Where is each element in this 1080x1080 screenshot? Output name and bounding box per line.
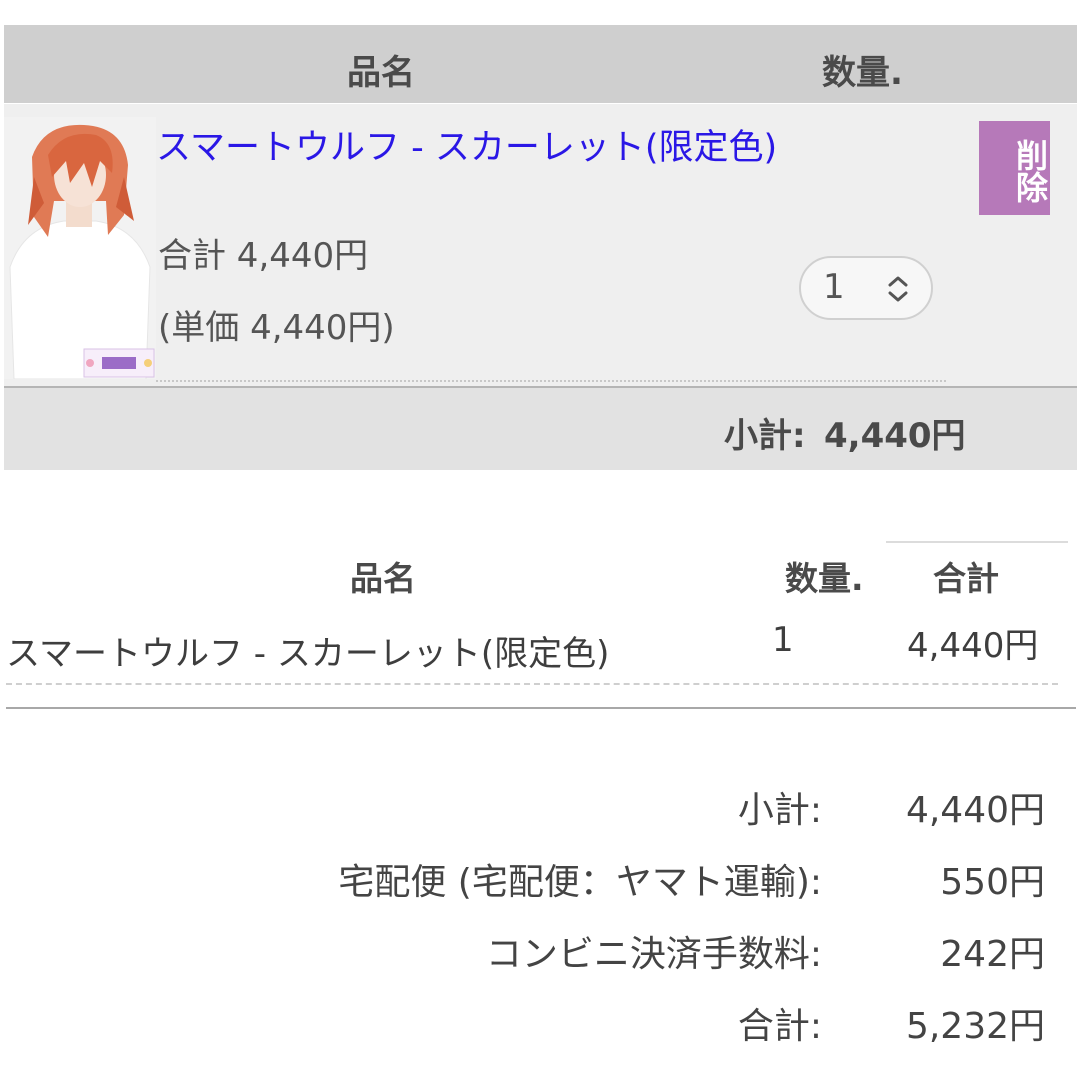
totals-label: 宅配便 (宅配便：ヤマト運輸): bbox=[338, 862, 822, 903]
header-name: 品名 bbox=[347, 53, 415, 93]
totals-label: 合計: bbox=[737, 1006, 822, 1047]
totals-row-fee: コンビニ決済手数料: 242円 bbox=[0, 919, 1080, 991]
summary-item-name: スマートウルフ - スカーレット(限定色) bbox=[6, 634, 610, 674]
unit-price: (単価 4,440円) bbox=[158, 308, 395, 348]
cart-table: 品名 数量. スマートウルフ - スカーレット(限定色) 合計 4,440円 (… bbox=[4, 25, 1077, 470]
header-quantity: 数量. bbox=[822, 53, 903, 93]
divider bbox=[6, 707, 1076, 709]
product-title-link[interactable]: スマートウルフ - スカーレット(限定色) bbox=[156, 122, 786, 175]
totals-row-grand-total: 合計: 5,232円 bbox=[0, 991, 1080, 1063]
row-divider bbox=[156, 380, 946, 382]
summary-item-amount: 4,440円 bbox=[907, 626, 1039, 666]
summary-header-total: 合計 bbox=[933, 559, 999, 598]
order-summary-table: 品名 数量. 合計 スマートウルフ - スカーレット(限定色) 1 4,440円 bbox=[0, 540, 1080, 720]
summary-item-quantity: 1 bbox=[772, 620, 794, 660]
totals-value: 550円 bbox=[940, 862, 1045, 903]
subtotal-label: 小計: bbox=[724, 416, 806, 456]
totals-value: 4,440円 bbox=[905, 790, 1045, 831]
wig-product-photo-icon[interactable] bbox=[4, 117, 156, 379]
totals-label: コンビニ決済手数料: bbox=[485, 934, 822, 975]
cart-item-row: スマートウルフ - スカーレット(限定色) 合計 4,440円 (単価 4,44… bbox=[4, 103, 1077, 386]
divider bbox=[6, 683, 1058, 685]
line-total: 合計 4,440円 bbox=[158, 236, 369, 276]
subtotal-value: 4,440円 bbox=[824, 416, 966, 456]
subtotal-bar: 小計: 4,440円 bbox=[4, 386, 1077, 470]
summary-header-quantity: 数量. bbox=[785, 559, 864, 598]
quantity-select[interactable]: 1 bbox=[799, 256, 933, 320]
totals-label: 小計: bbox=[737, 790, 822, 831]
totals-list: 小計: 4,440円 宅配便 (宅配便：ヤマト運輸): 550円 コンビニ決済手… bbox=[0, 775, 1080, 1063]
totals-row-subtotal: 小計: 4,440円 bbox=[0, 775, 1080, 847]
delete-button[interactable]: 削除 bbox=[979, 121, 1050, 215]
totals-row-shipping: 宅配便 (宅配便：ヤマト運輸): 550円 bbox=[0, 847, 1080, 919]
totals-value: 5,232円 bbox=[905, 1006, 1045, 1047]
quantity-value: 1 bbox=[823, 267, 845, 307]
divider bbox=[886, 541, 1068, 543]
chevron-updown-icon bbox=[888, 276, 908, 302]
totals-value: 242円 bbox=[940, 934, 1045, 975]
summary-header-name: 品名 bbox=[350, 559, 416, 598]
cart-header: 品名 数量. bbox=[4, 25, 1077, 103]
